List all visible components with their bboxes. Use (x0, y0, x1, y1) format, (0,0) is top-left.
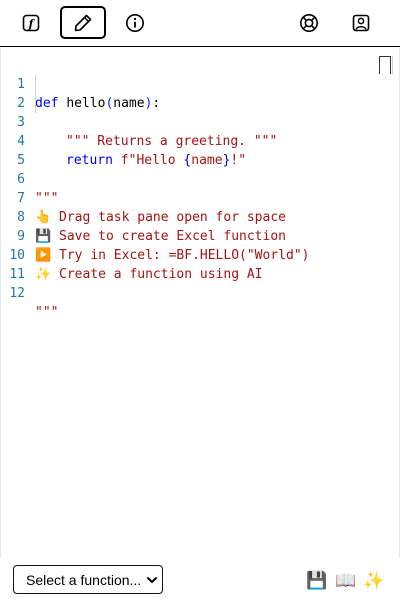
indent-guide (35, 75, 36, 94)
svg-text:f: f (28, 17, 36, 30)
function-select-label: Select a function... (26, 571, 142, 588)
code-line: 1 def hello(name): (1, 56, 400, 111)
code-line: 11 (1, 246, 400, 282)
function-icon: f (22, 14, 40, 31)
ai-button[interactable]: ✨ (362, 570, 386, 592)
code-line: 3 return f"Hello {name}!" (1, 94, 400, 168)
code-line: 9 ▶️ Try in Excel: =BF.HELLO("World") (1, 208, 400, 263)
lifebuoy-icon (300, 13, 318, 32)
help-tab[interactable] (294, 6, 324, 39)
info-icon (126, 13, 144, 32)
line-number: 12 (9, 286, 25, 301)
code-editor[interactable]: 1 def hello(name): 2 """ Returns a greet… (0, 48, 400, 558)
floppy-disk-icon: 💾 (306, 571, 328, 590)
code-line: 4 (1, 113, 400, 149)
indent-guide (35, 94, 36, 113)
functions-tab[interactable]: f (16, 6, 46, 39)
save-button[interactable]: 💾 (306, 570, 328, 592)
code-line: 10 ✨ Create a function using AI (1, 227, 400, 282)
top-toolbar: f (0, 0, 400, 47)
code-line: 5 (1, 132, 400, 168)
pencil-icon (74, 14, 92, 31)
info-tab[interactable] (120, 6, 150, 39)
function-select[interactable]: Select a function... (13, 565, 163, 594)
code-line: 7 👆 Drag task pane open for space (1, 170, 400, 225)
chevron-down-icon (147, 577, 157, 583)
docs-button[interactable]: 📖 (334, 570, 358, 592)
docstring-close: """ (35, 305, 59, 320)
code-line: 2 """ Returns a greeting. """ (1, 75, 400, 149)
code-line: 6 """ (1, 151, 400, 206)
editor-tab[interactable] (60, 6, 106, 39)
sparkles-icon: ✨ (363, 571, 385, 590)
bottom-bar: Select a function... 💾 📖 ✨ (0, 558, 400, 600)
open-book-icon: 📖 (335, 571, 357, 590)
code-line: 8 💾 Save to create Excel function (1, 189, 400, 244)
code-line: 12 """ (1, 265, 400, 320)
account-tab[interactable] (346, 6, 376, 39)
user-portrait-icon (352, 14, 370, 31)
